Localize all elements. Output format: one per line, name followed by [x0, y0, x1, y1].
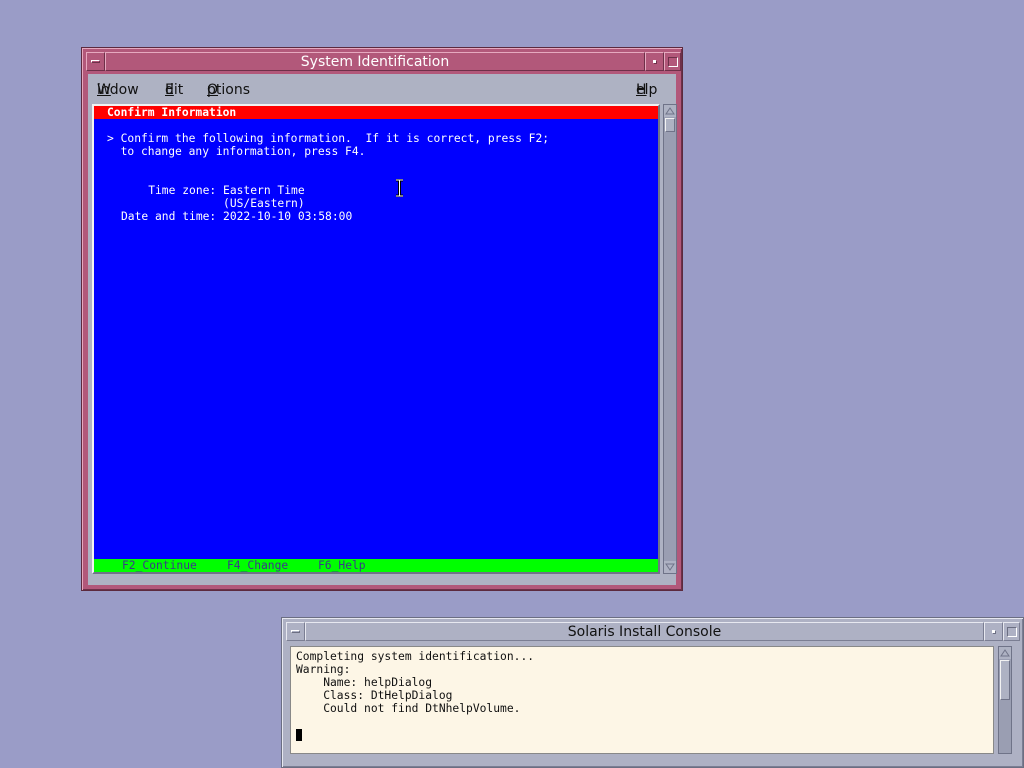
- console-cursor: [296, 729, 302, 741]
- window-title[interactable]: System Identification: [105, 52, 645, 71]
- console-line: Completing system identification...: [296, 650, 535, 663]
- scroll-up-arrow-icon[interactable]: [999, 647, 1011, 659]
- f4-change-key[interactable]: F4_Change: [227, 559, 288, 572]
- title-bar[interactable]: System Identification: [86, 52, 681, 71]
- scroll-down-arrow-icon[interactable]: [664, 561, 676, 573]
- date-time-line: Date and time: 2022-10-10 03:58:00: [121, 210, 353, 223]
- console-line: Name: helpDialog: [296, 676, 433, 689]
- console-window-title[interactable]: Solaris Install Console: [305, 622, 984, 641]
- f2-continue-key[interactable]: F2_Continue: [122, 559, 197, 572]
- window-menu-icon: [291, 630, 300, 633]
- scroll-thumb[interactable]: [1000, 660, 1010, 700]
- text-cursor-icon: [396, 179, 403, 197]
- time-zone-region-line: (US/Eastern): [121, 197, 305, 210]
- console-title-bar[interactable]: Solaris Install Console: [286, 622, 1020, 641]
- minimize-icon: [992, 630, 995, 633]
- screen-header: Confirm Information: [94, 106, 658, 119]
- instruction-line-2: to change any information, press F4.: [107, 145, 366, 158]
- time-zone-line: Time zone: Eastern Time: [121, 184, 305, 197]
- solaris-install-console-window: Solaris Install Console Completing syste…: [281, 617, 1024, 768]
- console-maximize-button[interactable]: [1003, 622, 1020, 641]
- scroll-up-arrow-icon[interactable]: [664, 105, 676, 117]
- console-window-menu-button[interactable]: [286, 622, 305, 641]
- console-output[interactable]: Completing system identification... Warn…: [290, 646, 994, 754]
- console-line: Warning:: [296, 663, 351, 676]
- install-terminal[interactable]: Confirm Information > Confirm the follow…: [92, 104, 660, 574]
- window-menu-button[interactable]: [86, 52, 105, 71]
- scroll-thumb[interactable]: [665, 118, 675, 132]
- vertical-scrollbar[interactable]: [663, 104, 677, 574]
- maximize-button[interactable]: [664, 52, 681, 71]
- instruction-line-1: > Confirm the following information. If …: [107, 132, 550, 145]
- system-identification-window: System Identification Window Edit Option…: [81, 47, 683, 591]
- minimize-button[interactable]: [645, 52, 664, 71]
- console-minimize-button[interactable]: [984, 622, 1003, 641]
- console-vertical-scrollbar[interactable]: [998, 646, 1012, 754]
- maximize-icon: [1006, 626, 1017, 637]
- minimize-icon: [653, 60, 656, 63]
- window-client-area: Window Edit Options Help Confirm Informa…: [88, 74, 677, 585]
- window-menu-icon: [91, 60, 100, 63]
- console-line: Class: DtHelpDialog: [296, 689, 453, 702]
- f6-help-key[interactable]: F6_Help: [318, 559, 366, 572]
- function-key-bar: F2_Continue F4_Change F6_Help: [94, 559, 658, 572]
- menu-bar: Window Edit Options Help: [97, 82, 658, 98]
- console-line: Could not find DtNhelpVolume.: [296, 702, 521, 715]
- maximize-icon: [667, 56, 678, 67]
